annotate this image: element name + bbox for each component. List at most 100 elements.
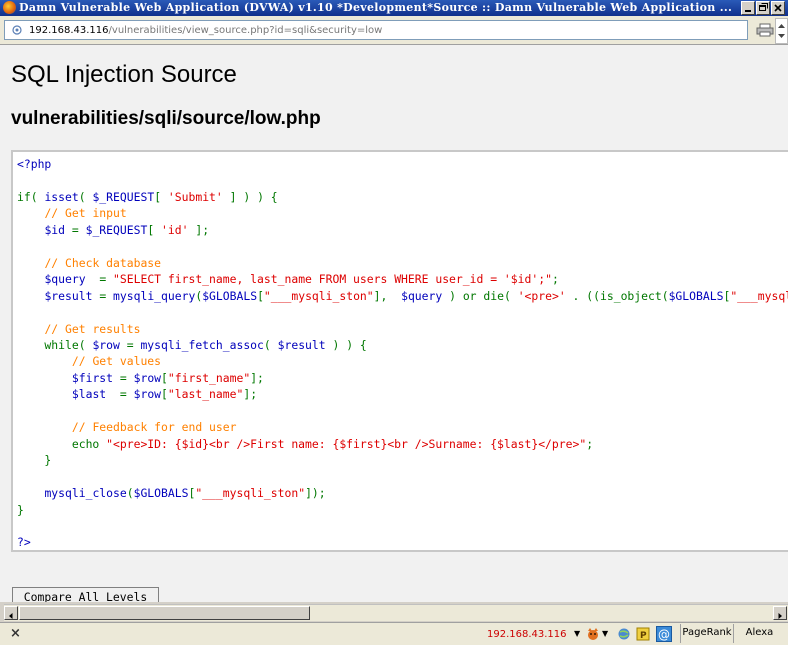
code-token: $query	[44, 272, 100, 287]
code-token: // Get results	[44, 321, 141, 336]
code-token: =	[71, 222, 86, 237]
code-token: <?php	[17, 157, 52, 171]
code-token: $row	[133, 370, 162, 385]
code-token: $result	[44, 288, 100, 303]
arrow-left-icon	[9, 613, 13, 619]
code-token: =	[99, 288, 114, 303]
code-token: =	[99, 272, 114, 287]
code-token: $GLOBALS	[668, 288, 724, 303]
code-token: ) or die(	[449, 288, 518, 303]
restore-button[interactable]	[756, 1, 770, 15]
code-token: "<pre>ID: {$id}<br />First name: {$first…	[106, 436, 587, 451]
status-ip-address[interactable]: 192.168.43.116	[487, 629, 567, 641]
code-token: ];	[250, 370, 264, 385]
source-code: <?php if( isset( $_REQUEST[ 'Submit' ] )…	[17, 156, 788, 550]
code-token: // Check database	[44, 255, 162, 270]
code-token: ;	[551, 272, 559, 287]
code-token: isset	[44, 189, 79, 204]
code-line: echo "<pre>ID: {$id}<br />First name: {$…	[17, 437, 593, 451]
url-input[interactable]: 192.168.43.116/vulnerabilities/view_sour…	[4, 20, 748, 40]
code-token: // Get values	[71, 354, 162, 369]
horizontal-scrollbar[interactable]	[4, 604, 788, 621]
code-token: $GLOBALS	[202, 288, 258, 303]
page-content: SQL Injection Source vulnerabilities/sql…	[0, 45, 788, 602]
code-token: if(	[17, 189, 45, 204]
code-token: $row	[92, 337, 127, 352]
close-findbar-button[interactable]: ×	[10, 626, 21, 641]
source-file-path: vulnerabilities/sqli/source/low.php	[11, 108, 321, 129]
code-token: 'Submit'	[167, 189, 223, 204]
code-token: ?>	[17, 535, 31, 550]
close-icon	[774, 4, 782, 12]
code-line: $result = mysqli_query($GLOBALS["___mysq…	[17, 289, 788, 303]
code-token: [	[154, 189, 168, 204]
window-title-bar[interactable]: Damn Vulnerable Web Application (DVWA) v…	[0, 0, 788, 16]
code-line: $last = $row["last_name"];	[17, 387, 257, 401]
globe-addon-icon[interactable]	[617, 627, 631, 641]
code-token: $GLOBALS	[133, 486, 189, 501]
at-addon-icon[interactable]: @	[656, 626, 672, 642]
code-token: ] ) ) {	[222, 189, 278, 204]
code-token: mysqli_query	[113, 288, 196, 303]
code-line: }	[17, 503, 24, 517]
code-token: "first_name"	[167, 370, 251, 385]
code-token: (	[126, 486, 134, 501]
code-token: $_REQUEST	[85, 222, 148, 237]
dropdown-arrow-icon[interactable]: ▼	[574, 629, 580, 638]
code-token: ;	[586, 436, 594, 451]
scroll-left-button[interactable]	[4, 606, 18, 620]
code-token: "___mysqli_ston"	[730, 288, 788, 303]
code-token: "___mysqli_ston"	[195, 486, 306, 501]
code-token: ];	[188, 222, 210, 237]
code-line: $query = "SELECT first_name, last_name F…	[17, 272, 559, 287]
code-token: =	[126, 337, 141, 352]
pagerank-addon-icon[interactable]: P	[636, 627, 650, 641]
minimize-button[interactable]	[741, 1, 755, 15]
compare-all-levels-button[interactable]: Compare All Levels	[12, 587, 159, 602]
code-token: echo	[17, 436, 107, 451]
code-line: $id = $_REQUEST[ 'id' ];	[17, 223, 209, 237]
code-line: mysqli_close($GLOBALS["___mysqli_ston"])…	[17, 486, 325, 501]
code-line: // Get input	[17, 206, 127, 221]
scroll-right-button[interactable]	[773, 606, 787, 620]
toolbar-scroll-arrows-icon[interactable]	[775, 18, 788, 44]
page-title: SQL Injection Source	[11, 61, 237, 88]
code-token: =	[119, 370, 134, 385]
addon-dropdown-arrow-icon[interactable]: ▼	[602, 629, 608, 638]
code-token: "___mysqli_ston"	[263, 288, 374, 303]
code-token: mysqli_close	[44, 486, 127, 501]
code-token: $id	[44, 222, 72, 237]
code-token: // Get input	[44, 206, 127, 221]
code-line: while( $row = mysqli_fetch_assoc( $resul…	[17, 337, 366, 352]
close-window-button[interactable]	[771, 1, 785, 15]
fox-addon-icon[interactable]	[586, 627, 600, 641]
scrollbar-thumb[interactable]	[19, 606, 310, 620]
code-token: $_REQUEST	[92, 189, 155, 204]
printer-icon[interactable]	[756, 23, 774, 37]
code-token: "SELECT first_name, last_name FROM users…	[113, 272, 552, 287]
svg-text:P: P	[640, 631, 647, 641]
firefox-icon	[3, 1, 16, 14]
code-token: }	[17, 453, 52, 468]
url-text: 192.168.43.116/vulnerabilities/view_sour…	[29, 24, 382, 37]
code-line: // Get values	[17, 354, 161, 368]
code-token: ];	[243, 387, 258, 402]
pagerank-label[interactable]: PageRank	[680, 624, 734, 643]
code-token: "last_name"	[167, 387, 244, 402]
code-line: $first = $row["first_name"];	[17, 371, 264, 385]
code-token: =	[119, 387, 134, 402]
alexa-label[interactable]: Alexa	[737, 624, 782, 643]
code-token: (	[263, 337, 278, 352]
svg-text:@: @	[658, 628, 670, 642]
code-token: [	[147, 222, 162, 237]
code-token: mysqli_fetch_assoc	[140, 337, 264, 352]
code-token: $result	[277, 337, 333, 352]
